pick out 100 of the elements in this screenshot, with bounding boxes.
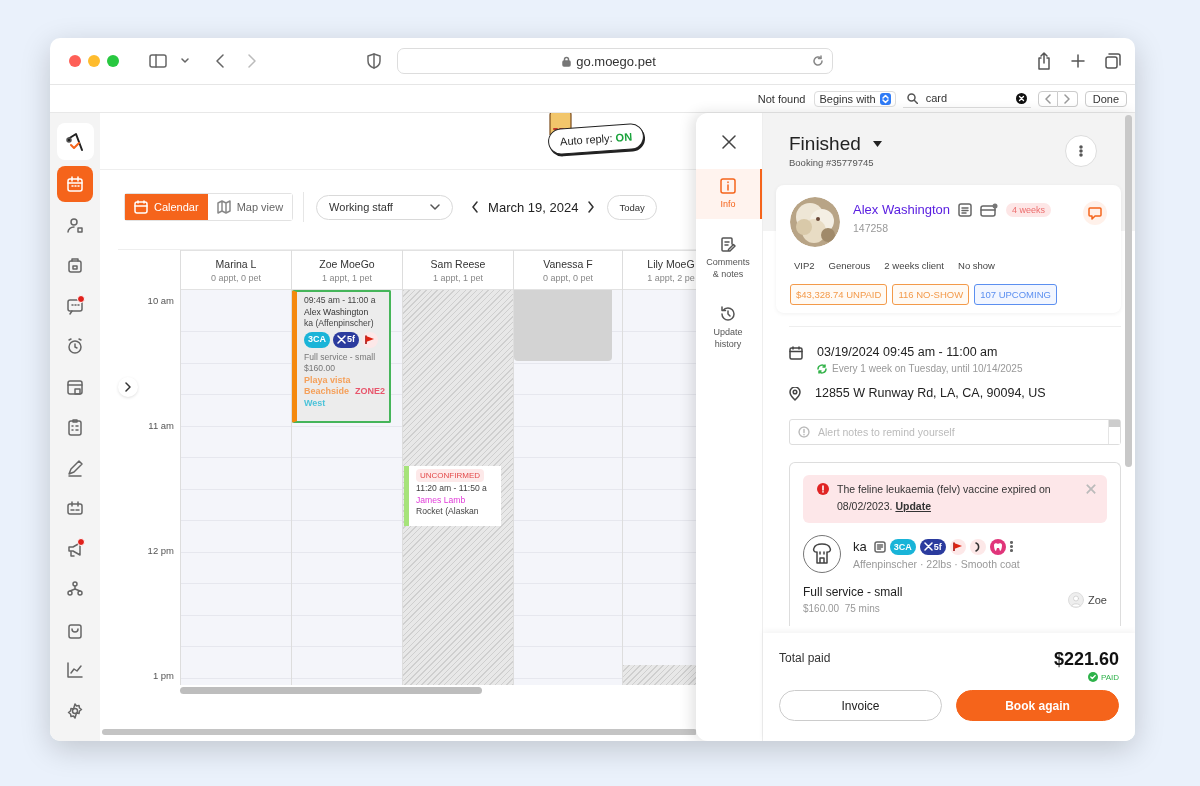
clear-icon[interactable]	[1015, 92, 1027, 104]
scrollbar[interactable]	[1125, 115, 1132, 467]
appointment-time: 11:20 am - 11:50 a	[416, 483, 488, 495]
message-button[interactable]	[1083, 201, 1107, 225]
match-mode-select[interactable]: Begins with	[814, 90, 896, 107]
address: 12855 W Runway Rd, LA, CA, 90094, US	[815, 386, 1046, 400]
staff-name: Zoe	[1088, 593, 1107, 606]
notes-icon[interactable]	[958, 202, 973, 217]
next-day-icon[interactable]	[587, 201, 596, 213]
status-tag: UNCONFIRMED	[416, 469, 484, 482]
update-link[interactable]: Update	[895, 500, 931, 512]
flag-icon	[365, 335, 376, 344]
time-label: 1 pm	[152, 670, 174, 681]
address-bar[interactable]: go.moego.pet	[397, 48, 833, 74]
app-logo[interactable]	[56, 123, 94, 160]
more-button[interactable]	[1065, 135, 1097, 167]
window-control[interactable]	[107, 55, 119, 67]
drawer-tab[interactable]: Comments & notes	[696, 227, 762, 289]
more-icon[interactable]	[1009, 541, 1013, 552]
nav-item[interactable]	[57, 166, 93, 202]
pet-name[interactable]: ka	[853, 539, 867, 554]
chevron-down-icon[interactable]	[181, 58, 189, 64]
calendar-icon	[789, 346, 803, 360]
client-tag: Generous	[828, 260, 871, 271]
crescent-icon	[973, 541, 982, 552]
appointment-card[interactable]: UNCONFIRMED 11:20 am - 11:50 a James Lamb Rocket (Alaskan	[404, 466, 501, 526]
staff-name: Zoe MoeGo	[319, 257, 375, 270]
date-label: March 19, 2024	[488, 199, 579, 215]
pet-details: Affenpinscher · 22lbs · Smooth coat	[853, 557, 1020, 570]
dog-logo-icon	[64, 131, 86, 152]
scrollbar[interactable]	[180, 687, 482, 694]
expand-button[interactable]	[118, 377, 138, 397]
credit-card-icon[interactable]	[980, 202, 999, 217]
today-button[interactable]: Today	[607, 194, 657, 220]
history-icon	[720, 306, 736, 322]
staff-summary: 1 appt, 2 pe	[647, 272, 695, 283]
notes-icon[interactable]	[873, 540, 886, 553]
tabs-icon[interactable]	[1105, 53, 1121, 69]
client-stat-tag: 107 UPCOMING	[974, 284, 1057, 305]
pet-name: Rocket (Alaskan	[416, 506, 480, 518]
staff-avatar-icon	[1068, 591, 1085, 608]
client-id: 147258	[853, 222, 890, 234]
client-tag: No show	[958, 260, 995, 271]
url-text: go.moego.pet	[576, 53, 656, 69]
staff-name: Marina L	[215, 257, 257, 270]
repeat-icon	[817, 364, 827, 374]
alert-icon	[798, 426, 810, 438]
staff-name: Lily MoeG	[647, 257, 695, 270]
done-button[interactable]: Done	[1084, 90, 1127, 107]
booking-number: Booking #35779745	[789, 157, 875, 168]
client-name[interactable]: Alex Washington	[853, 202, 951, 217]
total-label: Total paid	[779, 651, 831, 665]
time-label: 10 am	[147, 295, 174, 306]
staff-summary: 0 appt, 0 pet	[210, 272, 261, 283]
window-control[interactable]	[69, 55, 81, 67]
pet-code-tag: 3CA	[304, 331, 330, 348]
search-icon	[906, 92, 918, 104]
previous-day-icon[interactable]	[471, 201, 480, 213]
share-icon[interactable]	[1037, 52, 1051, 70]
close-icon[interactable]	[722, 135, 736, 149]
chevron-left-icon	[1044, 93, 1052, 104]
resize-handle[interactable]	[1108, 420, 1120, 444]
error-icon	[817, 483, 829, 495]
invoice-button[interactable]: Invoice	[779, 690, 942, 721]
drawer-tab[interactable]: Update history	[696, 297, 762, 359]
staff-name: Sam Reese	[430, 257, 486, 270]
back-icon[interactable]	[215, 54, 225, 68]
reload-icon[interactable]	[812, 55, 824, 67]
alert-notes-field[interactable]: Alert notes to remind yourself	[789, 419, 1121, 445]
stepper-icon	[879, 92, 891, 105]
map-icon	[216, 200, 231, 214]
staff-summary: 1 appt, 1 pet	[432, 272, 483, 283]
plus-icon[interactable]	[1071, 54, 1085, 68]
time-label: 12 pm	[147, 545, 174, 556]
auto-reply-badge[interactable]: Auto reply: ON	[547, 122, 645, 156]
dog-icon	[812, 543, 832, 565]
client-stat-tag: $43,328.74 UNPAID	[790, 284, 888, 305]
alert-message: The feline leukaemia (felv) vaccine expired on 08/02/2023. Update	[837, 482, 1052, 514]
sidebar-icon[interactable]	[149, 54, 167, 68]
next-match-button[interactable]	[1057, 90, 1078, 107]
status-dropdown[interactable]: Finished	[789, 133, 882, 155]
previous-match-button[interactable]	[1037, 90, 1058, 107]
time-label: 11 am	[148, 420, 174, 431]
staff-summary: 1 appt, 1 pet	[321, 272, 372, 283]
pet-name: ka (Affenpinscher)	[304, 318, 375, 330]
zone-label: West	[304, 397, 326, 409]
client-tag: 2 weeks client	[884, 260, 944, 271]
service-price: $160.00	[304, 363, 337, 375]
chevron-down-icon	[430, 204, 441, 210]
scrollbar[interactable]	[102, 729, 696, 735]
appointment-card[interactable]: 09:45 am - 11:00 a Alex Washington ka (Affenpinscher) 3CA 5f Full service - small $160.00 Playa vista Beachside ZONE2 West	[292, 290, 391, 423]
zone-label: Beachside	[304, 386, 350, 398]
find-status: Not found	[757, 92, 806, 105]
find-field[interactable]: card	[902, 89, 1031, 108]
appointment-time: 09:45 am - 11:00 a	[304, 295, 377, 307]
groomer-tag: 5f	[333, 331, 360, 348]
scissors-icon	[923, 542, 933, 551]
shield-icon[interactable]	[367, 53, 381, 69]
chevron-right-icon	[125, 382, 131, 392]
staff-filter-dropdown[interactable]: Working staff	[316, 194, 454, 220]
